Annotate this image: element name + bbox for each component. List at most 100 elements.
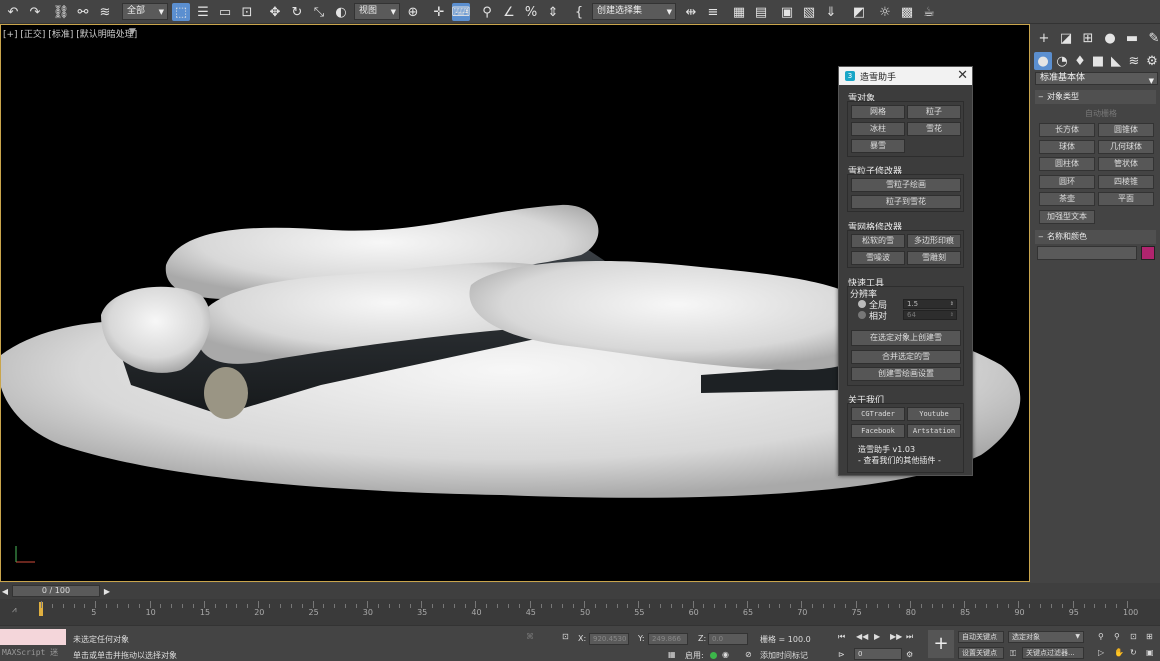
systems-icon[interactable]: ⚙ bbox=[1143, 52, 1160, 70]
filter-icon[interactable]: ▼ bbox=[129, 27, 136, 37]
icicle-button[interactable]: 冰柱 bbox=[851, 122, 905, 136]
close-icon[interactable]: ✕ bbox=[957, 68, 968, 83]
category-dropdown[interactable]: 标准基本体 ▼ bbox=[1035, 72, 1158, 85]
select-manipulate-icon[interactable]: ✛ bbox=[430, 3, 448, 21]
edit-named-selection-icon[interactable]: { bbox=[570, 3, 588, 21]
selection-filter-dropdown[interactable]: 全部 ▼ bbox=[122, 3, 168, 20]
object-name-input[interactable] bbox=[1037, 246, 1137, 260]
rect-selection-icon[interactable]: ▭ bbox=[216, 3, 234, 21]
set-key-button[interactable]: 设置关键点 bbox=[958, 647, 1004, 659]
blizzard-button[interactable]: 暴雪 bbox=[851, 139, 905, 153]
cylinder-button[interactable]: 圆柱体 bbox=[1039, 157, 1095, 171]
absolute-mode-icon[interactable]: ⊡ bbox=[562, 632, 569, 641]
create-snow-on-selected-button[interactable]: 在选定对象上创建雪 bbox=[851, 330, 961, 346]
time-slider[interactable]: ◀ 0 / 100 ▶ bbox=[0, 583, 1160, 599]
zoom-all-icon[interactable]: ⚲ bbox=[1114, 632, 1120, 641]
key-mode-icon[interactable]: ⊳ bbox=[838, 650, 845, 659]
youtube-button[interactable]: Youtube bbox=[907, 407, 961, 421]
modify-tab-icon[interactable]: ◪ bbox=[1057, 29, 1075, 47]
key-filters-button[interactable]: 关键点过滤器... bbox=[1022, 647, 1084, 659]
key-icon[interactable]: ⚿ bbox=[1010, 649, 1016, 659]
maxscript-listener[interactable] bbox=[0, 629, 66, 645]
utilities-tab-icon[interactable]: ✎ bbox=[1145, 29, 1160, 47]
zoom-extents-icon[interactable]: ⊡ bbox=[1130, 632, 1137, 641]
next-frame-icon[interactable]: ▶ bbox=[102, 582, 112, 600]
angle-snap-icon[interactable]: ∠ bbox=[500, 3, 518, 21]
snaps-toggle-icon[interactable]: ⚲ bbox=[478, 3, 496, 21]
z-coord-field[interactable]: 0.0 bbox=[708, 633, 748, 645]
snowflake-button[interactable]: 雪花 bbox=[907, 122, 961, 136]
polygon-imprint-button[interactable]: 多边形印痕 bbox=[907, 234, 961, 248]
helpers-icon[interactable]: ◣ bbox=[1107, 52, 1125, 70]
move-icon[interactable]: ✥ bbox=[266, 3, 284, 21]
fov-icon[interactable]: ▷ bbox=[1098, 648, 1104, 657]
graphite-toolbar-icon[interactable]: ▣ bbox=[778, 3, 796, 21]
undo-icon[interactable]: ↶ bbox=[4, 3, 22, 21]
pyramid-button[interactable]: 四棱锥 bbox=[1098, 175, 1154, 189]
plane-button[interactable]: 平面 bbox=[1098, 192, 1154, 206]
merge-selected-snow-button[interactable]: 合并选定的雪 bbox=[851, 350, 961, 364]
autogrid-checkbox[interactable]: 自动栅格 bbox=[1085, 108, 1117, 119]
curve-editor-icon[interactable]: ▧ bbox=[800, 3, 818, 21]
cameras-icon[interactable]: ■ bbox=[1089, 52, 1107, 70]
time-config-icon[interactable]: ⚙ bbox=[906, 650, 913, 659]
shapes-icon[interactable]: ◔ bbox=[1053, 52, 1071, 70]
name-color-rollout[interactable]: − 名称和颜色 bbox=[1035, 230, 1156, 244]
more-plugins-link[interactable]: - 查看我们的其他插件 - bbox=[858, 455, 941, 466]
particle-to-snowflake-button[interactable]: 粒子到雪花 bbox=[851, 195, 961, 209]
prev-frame-icon[interactable]: ◀ bbox=[0, 582, 10, 600]
motion-tab-icon[interactable]: ● bbox=[1101, 29, 1119, 47]
frame-counter[interactable]: 0 / 100 bbox=[12, 585, 100, 597]
cone-button[interactable]: 圆锥体 bbox=[1098, 123, 1154, 137]
zoom-icon[interactable]: ⚲ bbox=[1098, 632, 1104, 641]
select-object-icon[interactable]: ⬚ bbox=[172, 3, 190, 21]
geometry-icon[interactable]: ● bbox=[1034, 52, 1052, 70]
teapot-button[interactable]: 茶壶 bbox=[1039, 192, 1095, 206]
bind-space-warp-icon[interactable]: ≋ bbox=[96, 3, 114, 21]
mesh-button[interactable]: 网格 bbox=[851, 105, 905, 119]
viewport-label[interactable]: [+] [正交] [标准] [默认明暗处理] bbox=[3, 27, 137, 40]
orbit-icon[interactable]: ↻ bbox=[1130, 648, 1137, 657]
global-radio[interactable] bbox=[858, 300, 866, 308]
lights-icon[interactable]: ♦ bbox=[1071, 52, 1089, 70]
goto-end-icon[interactable]: ⏭ bbox=[906, 632, 913, 642]
play-icon[interactable]: ▶ bbox=[874, 632, 880, 641]
display-tab-icon[interactable]: ▬ bbox=[1123, 29, 1141, 47]
sphere-button[interactable]: 球体 bbox=[1039, 140, 1095, 154]
align-icon[interactable]: ≡ bbox=[704, 3, 722, 21]
mini-curve-editor-icon[interactable]: ⩘ bbox=[12, 605, 17, 615]
link-icon[interactable]: ⛓ bbox=[52, 3, 70, 21]
time-tag-icon[interactable]: ⊘ bbox=[745, 650, 752, 659]
torus-button[interactable]: 圆环 bbox=[1039, 175, 1095, 189]
lock-selection-icon[interactable]: ⌘ bbox=[526, 632, 534, 641]
cgtrader-button[interactable]: CGTrader bbox=[851, 407, 905, 421]
keyboard-shortcut-override-icon[interactable]: ⌨ bbox=[452, 3, 470, 21]
box-button[interactable]: 长方体 bbox=[1039, 123, 1095, 137]
dialog-title-bar[interactable]: 3 造雪助手 ✕ bbox=[839, 67, 972, 85]
x-coord-field[interactable]: 920.4530 bbox=[589, 633, 629, 645]
maxscript-label[interactable]: MAXScript 迷 bbox=[2, 647, 58, 658]
y-coord-field[interactable]: 249.866 bbox=[648, 633, 688, 645]
layer-explorer-icon[interactable]: ▤ bbox=[752, 3, 770, 21]
prev-key-icon[interactable]: ◀◀ bbox=[856, 632, 868, 641]
global-resolution-spinner[interactable]: 1.5 ⇕ bbox=[903, 299, 957, 309]
ref-coord-dropdown[interactable]: 视图 ▼ bbox=[354, 3, 400, 20]
create-snow-paint-setup-button[interactable]: 创建雪绘画设置 bbox=[851, 367, 961, 381]
maximize-viewport-icon[interactable]: ▣ bbox=[1146, 648, 1154, 657]
schematic-view-icon[interactable]: ⇓ bbox=[822, 3, 840, 21]
tube-button[interactable]: 管状体 bbox=[1098, 157, 1154, 171]
facebook-button[interactable]: Facebook bbox=[851, 424, 905, 438]
current-frame-input[interactable]: 0 bbox=[854, 648, 902, 660]
pivot-center-icon[interactable]: ⊕ bbox=[404, 3, 422, 21]
unlink-icon[interactable]: ⚯ bbox=[74, 3, 92, 21]
adaptive-degradation-icon[interactable]: ▦ bbox=[668, 650, 676, 659]
percent-snap-icon[interactable]: % bbox=[522, 3, 540, 21]
zoom-extents-all-icon[interactable]: ⊞ bbox=[1146, 632, 1153, 641]
redo-icon[interactable]: ↷ bbox=[26, 3, 44, 21]
scene-explorer-icon[interactable]: ▦ bbox=[730, 3, 748, 21]
mirror-icon[interactable]: ⇹ bbox=[682, 3, 700, 21]
window-crossing-icon[interactable]: ⊡ bbox=[238, 3, 256, 21]
key-set-dropdown[interactable]: 选定对象 ▼ bbox=[1008, 631, 1084, 643]
fluffy-snow-button[interactable]: 松软的雪 bbox=[851, 234, 905, 248]
next-key-icon[interactable]: ▶▶ bbox=[890, 632, 902, 641]
